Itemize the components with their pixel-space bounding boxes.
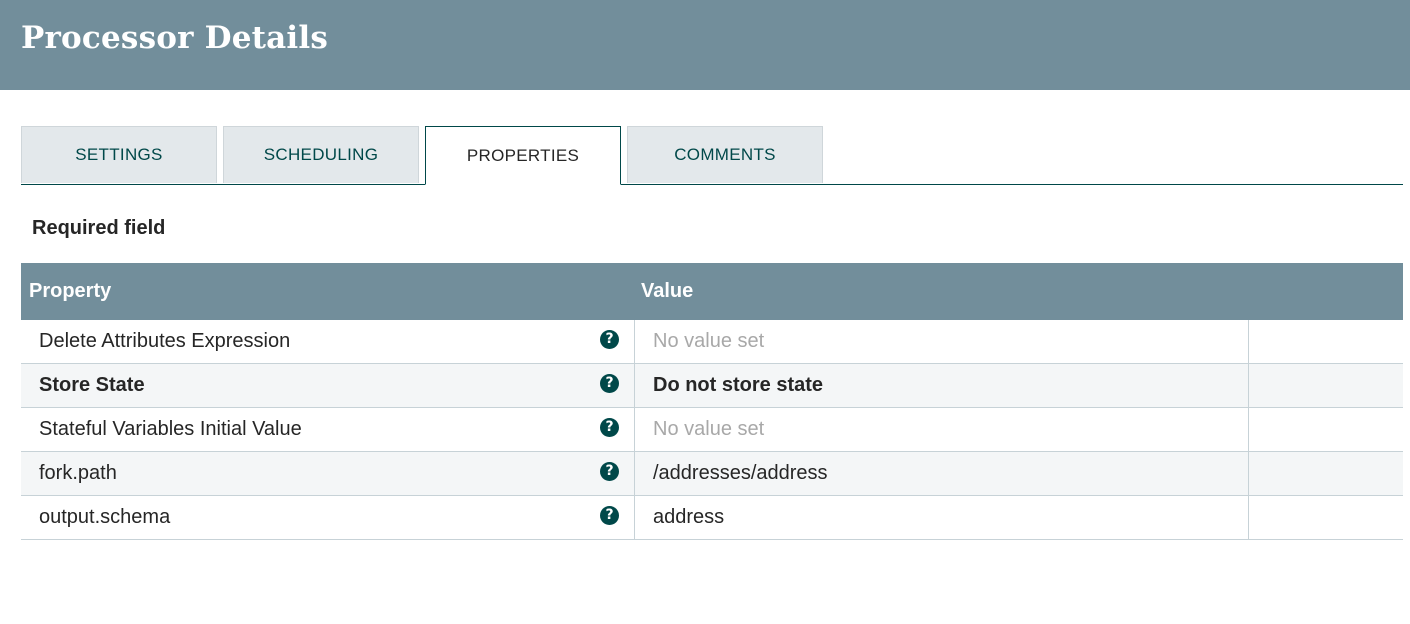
- property-value: No value set: [653, 330, 765, 352]
- table-row[interactable]: fork.path ? /addresses/address: [21, 452, 1403, 496]
- property-cell: Stateful Variables Initial Value ?: [21, 408, 635, 451]
- property-cell: fork.path ?: [21, 452, 635, 495]
- property-name: output.schema: [39, 506, 171, 528]
- actions-cell: [1249, 496, 1403, 539]
- dialog-title: Processor Details: [21, 20, 329, 56]
- property-value: address: [653, 506, 725, 528]
- properties-table: Property Value Delete Attributes Express…: [21, 263, 1403, 540]
- table-row[interactable]: Store State ? Do not store state: [21, 364, 1403, 408]
- value-cell[interactable]: Do not store state: [635, 364, 1249, 407]
- property-cell: output.schema ?: [21, 496, 635, 539]
- value-cell[interactable]: No value set: [635, 408, 1249, 451]
- help-icon[interactable]: ?: [600, 418, 619, 437]
- help-icon[interactable]: ?: [600, 374, 619, 393]
- tab-settings[interactable]: SETTINGS: [21, 126, 217, 183]
- property-cell: Delete Attributes Expression ?: [21, 320, 635, 363]
- actions-cell: [1249, 320, 1403, 363]
- actions-cell: [1249, 364, 1403, 407]
- table-row[interactable]: Stateful Variables Initial Value ? No va…: [21, 408, 1403, 452]
- property-value: No value set: [653, 418, 765, 440]
- actions-cell: [1249, 408, 1403, 451]
- property-name: Stateful Variables Initial Value: [39, 418, 302, 440]
- property-name: fork.path: [39, 462, 117, 484]
- table-row[interactable]: output.schema ? address: [21, 496, 1403, 540]
- help-icon[interactable]: ?: [600, 462, 619, 481]
- tab-scheduling[interactable]: SCHEDULING: [223, 126, 419, 183]
- table-header: Property Value: [21, 263, 1403, 320]
- value-cell[interactable]: No value set: [635, 320, 1249, 363]
- tab-comments[interactable]: COMMENTS: [627, 126, 823, 183]
- property-name: Store State: [39, 374, 145, 396]
- property-cell: Store State ?: [21, 364, 635, 407]
- tab-properties[interactable]: PROPERTIES: [425, 126, 621, 185]
- property-value: /addresses/address: [653, 462, 828, 484]
- required-field-legend: Required field: [32, 217, 166, 239]
- value-cell[interactable]: address: [635, 496, 1249, 539]
- property-name: Delete Attributes Expression: [39, 330, 291, 352]
- column-header-value[interactable]: Value: [641, 280, 693, 303]
- help-icon[interactable]: ?: [600, 506, 619, 525]
- value-cell[interactable]: /addresses/address: [635, 452, 1249, 495]
- table-row[interactable]: Delete Attributes Expression ? No value …: [21, 320, 1403, 364]
- property-value: Do not store state: [653, 374, 824, 396]
- help-icon[interactable]: ?: [600, 330, 619, 349]
- column-header-property[interactable]: Property: [29, 280, 111, 303]
- tab-bar: SETTINGS SCHEDULING PROPERTIES COMMENTS: [21, 126, 1403, 185]
- dialog-header: Processor Details: [0, 0, 1410, 90]
- actions-cell: [1249, 452, 1403, 495]
